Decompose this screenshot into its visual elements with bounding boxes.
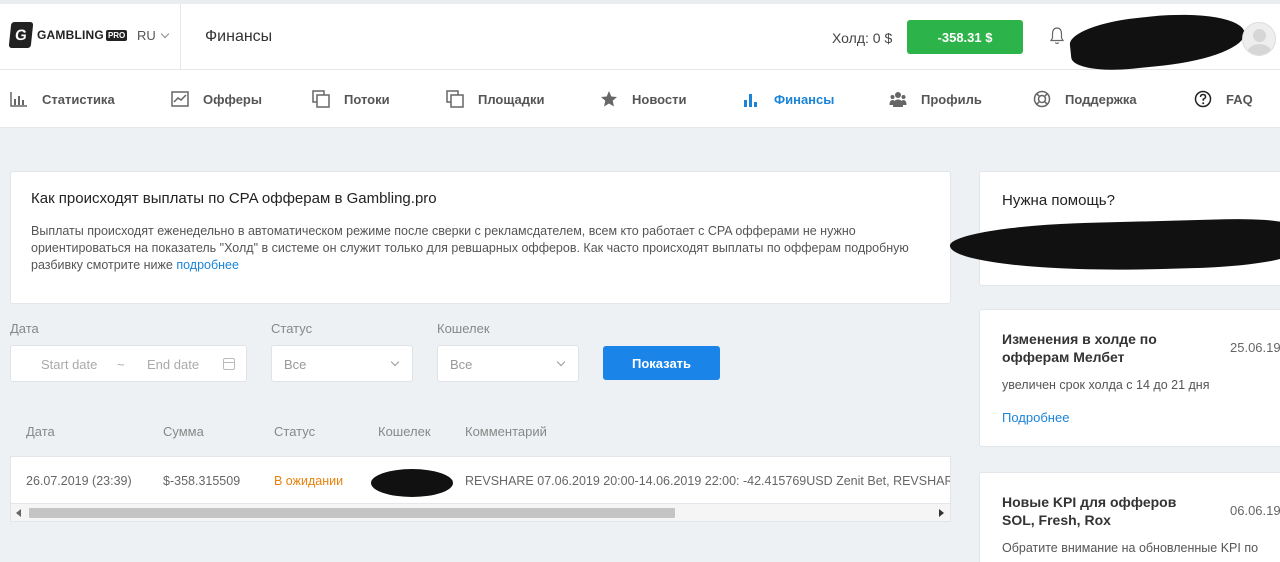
scroll-thumb[interactable] [29,508,675,518]
language-label: RU [137,28,156,43]
balance-button[interactable]: -358.31 $ [907,20,1023,54]
logo[interactable]: G GAMBLING PRO [8,22,128,48]
row-amount: $-358.315509 [163,474,241,488]
news-date: 25.06.19 [1230,340,1280,355]
nav-label: Потоки [344,91,390,107]
news-text: увеличен срок холда с 14 до 21 дня [1002,378,1210,392]
calendar-icon [223,358,235,370]
column-header-amount[interactable]: Сумма [163,424,204,439]
help-title: Нужна помощь? [1002,192,1115,209]
column-header-date[interactable]: Дата [26,424,55,439]
news-text: Обратите внимание на обновленные KPI по [1002,541,1259,555]
avatar[interactable] [1242,22,1276,56]
language-selector[interactable]: RU [137,28,170,43]
nav-label: Новости [632,91,687,107]
info-body: Выплаты происходят еженедельно в автомат… [31,223,930,274]
chevron-down-icon [390,357,400,367]
finance-bars-icon [744,94,757,107]
chevron-down-icon [556,357,566,367]
nav-item-faq[interactable]: FAQ [1194,90,1253,108]
column-header-wallet[interactable]: Кошелек [378,424,431,439]
lifebuoy-icon [1033,90,1051,108]
date-filter-label: Дата [10,321,39,336]
news-more-link[interactable]: Подробнее [1002,410,1266,425]
copy-icon [446,90,464,108]
nav-label: Статистика [42,91,115,107]
nav-label: Профиль [921,91,982,107]
top-header: G GAMBLING PRO RU Финансы Холд: 0 $ -358… [0,0,1280,76]
wallet-filter-label: Кошелек [437,321,490,336]
wallet-select-value: Все [450,357,473,372]
nav-label: FAQ [1226,91,1253,107]
question-icon [1194,90,1212,108]
info-text: Выплаты происходят еженедельно в автомат… [31,224,909,272]
nav-item-streams[interactable]: Потоки [312,90,390,108]
info-title: Как происходят выплаты по CPA офферам в … [31,190,437,207]
nav-label: Офферы [203,91,262,107]
nav-item-news[interactable]: Новости [600,90,687,108]
nav-label: Финансы [774,91,835,107]
chevron-down-icon [160,29,170,39]
horizontal-scrollbar[interactable] [10,504,951,522]
redacted-wallet [371,469,453,497]
news-date: 06.06.19 [1230,503,1280,518]
end-date-input[interactable]: End date [147,357,199,372]
redacted-contact [949,217,1280,275]
news-card: Новые KPI для офферов SOL, Fresh, Rox 06… [979,472,1280,562]
star-icon [601,91,617,107]
users-icon [889,92,907,107]
payout-info-card: Как происходят выплаты по CPA офферам в … [10,171,951,304]
status-filter-label: Статус [271,321,313,336]
wallet-select[interactable]: Все [437,345,579,382]
status-select-value: Все [284,357,307,372]
nav-item-offers[interactable]: Офферы [171,90,262,108]
header-divider [180,4,181,70]
show-button[interactable]: Показать [603,346,720,380]
page-title: Финансы [205,28,273,45]
scroll-left-icon[interactable] [16,509,21,517]
column-header-comment[interactable]: Комментарий [465,424,547,439]
scroll-right-icon[interactable] [939,509,944,517]
nav-label: Поддержка [1065,91,1137,107]
hold-balance: Холд: 0 $ [832,30,893,46]
bell-icon[interactable] [1049,26,1065,46]
layers-icon [312,90,330,108]
logo-icon: G [8,22,34,48]
nav-item-finance[interactable]: Финансы [742,90,834,108]
date-range-picker[interactable]: Start date ~ End date [10,345,247,382]
logo-text: GAMBLING [37,28,104,42]
column-header-status[interactable]: Статус [274,424,315,439]
date-separator: ~ [117,357,125,372]
news-card: Изменения в холде по офферам Мелбет 25.0… [979,309,1280,447]
news-title[interactable]: Изменения в холде по офферам Мелбет [1002,330,1202,366]
nav-item-profile[interactable]: Профиль [889,90,982,108]
main-nav: Статистика Офферы Потоки Площадки Новост… [0,70,1280,128]
nav-label: Площадки [478,91,545,107]
table-row: 26.07.2019 (23:39) $-358.315509 В ожидан… [10,456,951,504]
start-date-input[interactable]: Start date [41,357,97,372]
line-chart-icon [171,91,189,107]
logo-badge: PRO [105,29,128,41]
more-link[interactable]: подробнее [176,258,239,272]
row-status: В ожидании [274,474,344,488]
row-date: 26.07.2019 (23:39) [26,474,132,488]
bar-chart-icon [10,92,27,107]
nav-item-statistics[interactable]: Статистика [10,90,115,108]
news-title[interactable]: Новые KPI для офферов SOL, Fresh, Rox [1002,493,1202,529]
nav-item-support[interactable]: Поддержка [1033,90,1137,108]
redacted-username [1067,6,1248,76]
help-card: Нужна помощь? [949,171,1280,286]
nav-item-platforms[interactable]: Площадки [446,90,544,108]
status-select[interactable]: Все [271,345,413,382]
row-comment: REVSHARE 07.06.2019 20:00-14.06.2019 22:… [465,474,951,488]
